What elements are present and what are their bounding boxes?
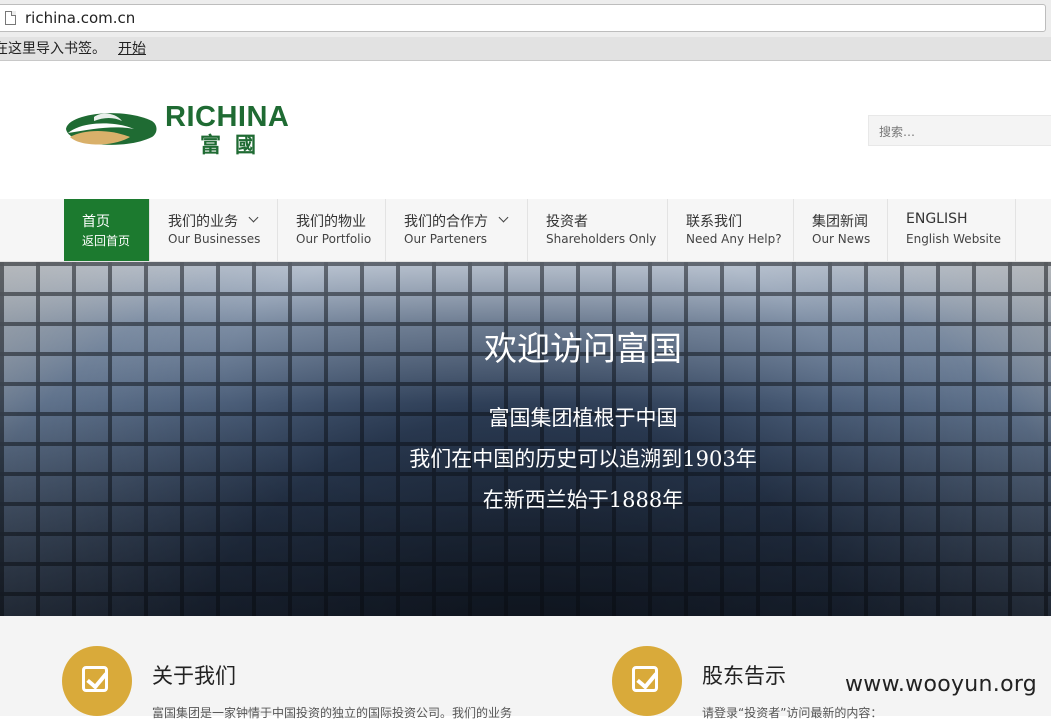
- nav-label-cn: ENGLISH: [906, 211, 968, 227]
- nav-label-cn: 我们的物业: [296, 214, 366, 230]
- chevron-down-icon: [248, 212, 259, 223]
- url-text: richina.com.cn: [25, 9, 136, 27]
- checkbox-icon: [82, 666, 108, 692]
- bookmarks-bar: 在这里导入书签。 开始: [0, 37, 1051, 61]
- logo-text-cn: 富國: [200, 132, 270, 157]
- notice-icon: [612, 646, 682, 716]
- hero-line-2: 我们在中国的历史可以追溯到1903年: [409, 447, 757, 471]
- hero-line-3: 在新西兰始于1888年: [482, 488, 684, 512]
- site-logo[interactable]: RICHINA 富國: [64, 101, 314, 157]
- nav-item-businesses[interactable]: 我们的业务 Our Businesses: [150, 199, 278, 261]
- chevron-down-icon: [498, 212, 509, 223]
- page-icon: [5, 11, 16, 25]
- nav-item-investors[interactable]: 投资者 Shareholders Only: [528, 199, 668, 261]
- main-nav: 首页 返回首页 我们的业务 Our Businesses 我们的物业 Our P…: [0, 199, 1051, 262]
- nav-label-cn: 投资者: [546, 214, 588, 230]
- address-field[interactable]: richina.com.cn: [0, 4, 1046, 32]
- notice-text: 请登录“投资者”访问最新的内容：: [702, 706, 883, 720]
- nav-label-en: Our Businesses: [168, 232, 261, 246]
- nav-item-contact[interactable]: 联系我们 Need Any Help?: [668, 199, 794, 261]
- nav-item-partners[interactable]: 我们的合作方 Our Parteners: [386, 199, 528, 261]
- nav-label-cn: 首页: [82, 214, 110, 230]
- about-text: 富国集团是一家钟情于中国投资的独立的国际投资公司。我们的业务: [152, 706, 513, 720]
- browser-url-bar: richina.com.cn: [0, 0, 1051, 37]
- nav-item-english[interactable]: ENGLISH English Website: [888, 199, 1016, 261]
- nav-label-cn: 集团新闻: [812, 214, 868, 230]
- nav-item-portfolio[interactable]: 我们的物业 Our Portfolio: [278, 199, 386, 261]
- hero-banner: 欢迎访问富国 富国集团植根于中国 我们在中国的历史可以追溯到1903年 在新西兰…: [0, 262, 1051, 616]
- nav-label-en: Need Any Help?: [686, 232, 782, 246]
- notice-title: 股东告示: [702, 664, 786, 688]
- hero-line-1: 富国集团植根于中国: [488, 406, 678, 430]
- nav-label-cn: 我们的合作方: [404, 214, 488, 230]
- checkbox-icon: [632, 666, 658, 692]
- nav-label-en: 返回首页: [82, 234, 131, 248]
- watermark: www.wooyun.org: [845, 672, 1038, 697]
- nav-label-en: Our Portfolio: [296, 232, 372, 246]
- nav-item-home[interactable]: 首页 返回首页: [64, 199, 150, 261]
- about-icon: [62, 646, 132, 716]
- nav-label-en: English Website: [906, 232, 1001, 246]
- site-header: RICHINA 富國 搜索…: [0, 61, 1051, 200]
- hero-title: 欢迎访问富国: [484, 329, 682, 368]
- nav-label-en: Our Parteners: [404, 232, 488, 246]
- feature-sections: 关于我们 富国集团是一家钟情于中国投资的独立的国际投资公司。我们的业务 股东告示…: [0, 616, 1051, 720]
- bookmarks-start-link[interactable]: 开始: [118, 38, 146, 58]
- logo-emblem-icon: [66, 113, 157, 145]
- about-title: 关于我们: [152, 664, 236, 688]
- nav-label-en: Our News: [812, 232, 871, 246]
- hero-overlay: [0, 262, 1051, 616]
- bookmarks-hint: 在这里导入书签。: [0, 41, 106, 57]
- search-input[interactable]: 搜索…: [868, 115, 1051, 146]
- nav-label-cn: 我们的业务: [168, 214, 238, 230]
- nav-label-en: Shareholders Only: [546, 232, 657, 246]
- nav-item-news[interactable]: 集团新闻 Our News: [794, 199, 888, 261]
- nav-label-cn: 联系我们: [686, 214, 742, 230]
